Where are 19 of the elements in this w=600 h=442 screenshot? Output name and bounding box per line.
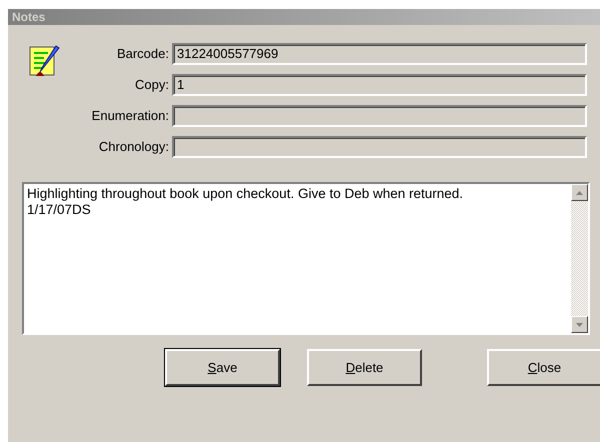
note-text-area[interactable]: Highlighting throughout book upon checkout. Give to Deb when returned. 1/17/07DS bbox=[22, 182, 590, 335]
scroll-up-button[interactable] bbox=[571, 184, 588, 201]
field-label: Copy: bbox=[134, 76, 170, 94]
field-label: Enumeration: bbox=[90, 107, 170, 126]
notepad-quill-icon bbox=[28, 44, 62, 78]
note-text: Highlighting throughout book upon checkout. Give to Deb when returned. 1/17/07DS bbox=[26, 185, 464, 219]
text-field[interactable] bbox=[172, 136, 587, 158]
dialog-button[interactable]: Delete bbox=[307, 349, 422, 386]
down-arrow-icon bbox=[576, 322, 583, 326]
field-label: Chronology: bbox=[98, 138, 170, 156]
dialog-button[interactable]: Close bbox=[487, 349, 600, 386]
text-field[interactable]: 1 bbox=[172, 74, 587, 96]
dialog-button[interactable]: Save bbox=[165, 349, 280, 386]
field-label: Barcode: bbox=[116, 45, 170, 64]
up-arrow-icon bbox=[576, 190, 583, 194]
text-field[interactable] bbox=[172, 105, 587, 127]
text-field[interactable]: 31224005577969 bbox=[172, 43, 587, 65]
scroll-down-button[interactable] bbox=[571, 316, 588, 333]
window-title: Notes bbox=[8, 9, 600, 25]
